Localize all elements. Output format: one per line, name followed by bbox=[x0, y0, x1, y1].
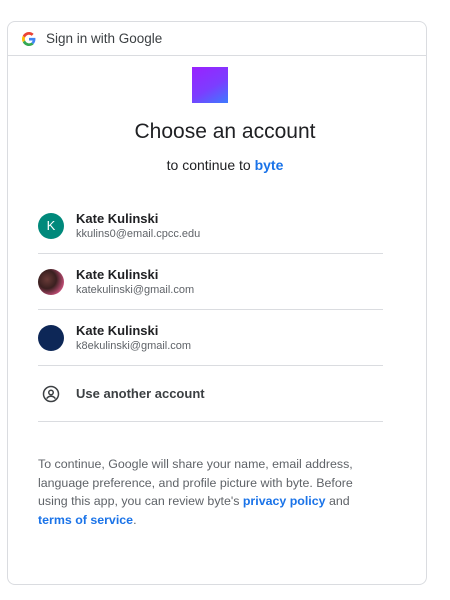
account-email: k8ekulinski@gmail.com bbox=[76, 339, 192, 352]
account-name: Kate Kulinski bbox=[76, 210, 159, 226]
app-name-link[interactable]: byte bbox=[255, 157, 284, 173]
consent-disclaimer: To continue, Google will share your name… bbox=[38, 455, 383, 529]
header-title: Sign in with Google bbox=[46, 31, 163, 46]
disclaimer-period: . bbox=[133, 512, 137, 527]
terms-of-service-link[interactable]: terms of service bbox=[38, 513, 133, 527]
avatar: K bbox=[38, 212, 64, 239]
account-email: katekulinski@gmail.com bbox=[76, 283, 195, 296]
subtitle-prefix: to continue to bbox=[166, 157, 255, 173]
account-item[interactable]: Kate Kulinski k8ekulinski@gmail.com bbox=[38, 310, 383, 366]
privacy-policy-link[interactable]: privacy policy bbox=[243, 494, 326, 508]
avatar bbox=[38, 324, 64, 351]
app-logo bbox=[192, 67, 228, 103]
use-another-account-label: Use another account bbox=[76, 386, 205, 401]
card-header: Sign in with Google bbox=[8, 22, 426, 56]
account-name: Kate Kulinski bbox=[76, 266, 159, 282]
account-circle-icon bbox=[38, 381, 64, 407]
account-item[interactable]: Kate Kulinski katekulinski@gmail.com bbox=[38, 254, 383, 310]
use-another-account-button[interactable]: Use another account bbox=[38, 366, 383, 422]
account-email: kkulins0@email.cpcc.edu bbox=[76, 227, 201, 240]
account-list: K Kate Kulinski kkulins0@email.cpcc.edu … bbox=[38, 198, 383, 422]
account-name: Kate Kulinski bbox=[76, 322, 159, 338]
avatar bbox=[38, 268, 64, 295]
page-subtitle: to continue to byte bbox=[0, 157, 450, 173]
google-logo-icon bbox=[22, 31, 36, 46]
account-item[interactable]: K Kate Kulinski kkulins0@email.cpcc.edu bbox=[38, 198, 383, 254]
page-title: Choose an account bbox=[134, 120, 316, 143]
disclaimer-and: and bbox=[325, 494, 350, 508]
